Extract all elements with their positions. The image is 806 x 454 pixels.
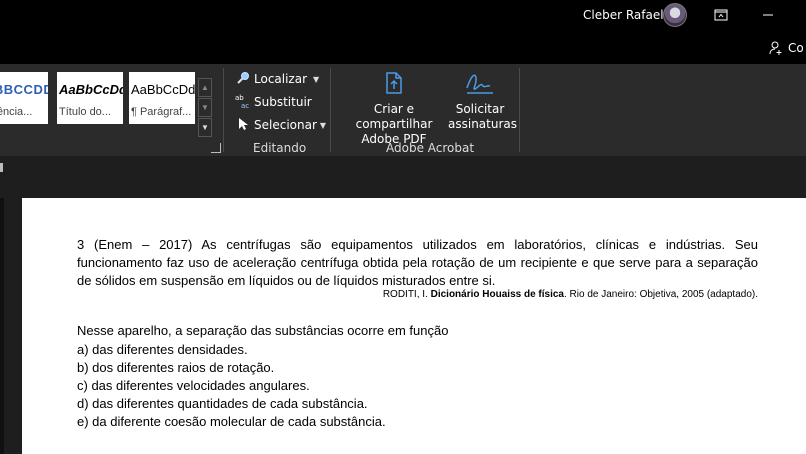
style-label: ¶ Parágraf... — [131, 106, 192, 118]
cursor-arrow-icon — [234, 117, 252, 134]
find-button[interactable]: Localizar ▼ — [234, 69, 319, 89]
add-person-icon — [769, 41, 782, 55]
minimize-icon[interactable] — [754, 4, 782, 26]
request-sign-line1: Solicitar — [455, 102, 505, 116]
chevron-down-icon: ▼ — [319, 120, 327, 130]
style-sample: AaBbCcDd — [131, 82, 195, 97]
answer-option: b) dos diferentes raios de rotação. — [77, 360, 275, 375]
answer-options: a) das diferentes densidades. b) dos dif… — [77, 341, 386, 431]
gallery-up-icon[interactable]: ▲ — [198, 78, 212, 97]
chevron-down-icon: ▼ — [313, 74, 320, 84]
group-separator — [223, 68, 224, 152]
svg-text:ac: ac — [241, 102, 249, 109]
source-rest: . Rio de Janeiro: Objetiva, 2005 (adapta… — [563, 289, 758, 300]
source-author: RODITI, I. — [382, 289, 431, 300]
find-label: Localizar — [254, 72, 308, 86]
request-sign-line2: assinaturas — [448, 117, 517, 131]
answer-option: a) das diferentes densidades. — [77, 342, 248, 357]
share-button[interactable]: Co — [768, 40, 804, 56]
create-share-pdf-button[interactable]: Criar e compartilhar Adobe PDF — [340, 70, 448, 147]
signature-icon — [466, 74, 493, 94]
style-label: Título do... — [59, 106, 111, 118]
answer-option: e) da diferente coesão molecular de cada… — [77, 414, 386, 429]
style-tile-reference[interactable]: ABBCCDD ferência... — [0, 72, 48, 124]
style-tile-title[interactable]: AaBbCcDd Título do... — [57, 72, 123, 124]
replace-icon: ab ac — [234, 93, 252, 112]
gallery-scroll: ▲ ▼ ▼ — [198, 78, 212, 138]
styles-gallery: ABBCCDD ferência... AaBbCcDd Título do..… — [0, 72, 214, 137]
style-tile-paragraph[interactable]: AaBbCcDd ¶ Parágraf... — [129, 72, 195, 124]
style-sample: AaBbCcDd — [59, 82, 123, 97]
pdf-share-icon — [386, 72, 402, 94]
answer-option: d) das diferentes quantidades de cada su… — [77, 396, 368, 411]
title-bar: Cleber Rafael — [0, 0, 806, 34]
style-sample: ABBCCDD — [0, 82, 48, 97]
svg-text:ab: ab — [235, 94, 244, 102]
replace-label: Substituir — [254, 95, 312, 109]
gallery-down-icon[interactable]: ▼ — [198, 98, 212, 117]
ruler-tab-marker[interactable] — [0, 163, 3, 172]
question-prompt: Nesse aparelho, a separação das substânc… — [77, 323, 449, 338]
style-label: ferência... — [0, 106, 33, 118]
editing-group-label: Editando — [253, 141, 307, 155]
answer-option: c) das diferentes velocidades angulares. — [77, 378, 310, 393]
question-source: RODITI, I. Dicionário Houaiss de física.… — [77, 289, 758, 300]
share-label: Co — [788, 41, 804, 55]
request-signatures-button[interactable]: Solicitar assinaturas — [448, 70, 517, 132]
question-text: 3 (Enem – 2017) As centrífugas são equip… — [77, 237, 758, 288]
replace-button[interactable]: ab ac Substituir — [234, 92, 312, 112]
acrobat-group-label: Adobe Acrobat — [386, 141, 475, 155]
styles-dialog-launcher-icon[interactable] — [211, 143, 221, 153]
ribbon: ABBCCDD ferência... AaBbCcDd Título do..… — [0, 64, 806, 156]
avatar[interactable] — [663, 3, 687, 27]
document-page[interactable]: 3 (Enem – 2017) As centrífugas são equip… — [22, 198, 806, 454]
user-name[interactable]: Cleber Rafael — [583, 8, 664, 22]
create-pdf-line1: Criar e compartilhar — [355, 102, 433, 131]
left-page-margin — [0, 198, 22, 454]
gallery-more-icon[interactable]: ▼ — [198, 118, 212, 137]
select-button[interactable]: Selecionar ▼ — [234, 115, 326, 135]
ruler-area — [0, 156, 806, 198]
ribbon-display-options-icon[interactable] — [707, 4, 735, 26]
magnifier-icon — [234, 71, 252, 88]
group-separator — [330, 68, 331, 152]
group-separator — [519, 68, 520, 152]
share-bar: Co — [0, 34, 806, 64]
select-label: Selecionar — [254, 118, 317, 132]
source-title: Dicionário Houaiss de física — [430, 289, 564, 300]
